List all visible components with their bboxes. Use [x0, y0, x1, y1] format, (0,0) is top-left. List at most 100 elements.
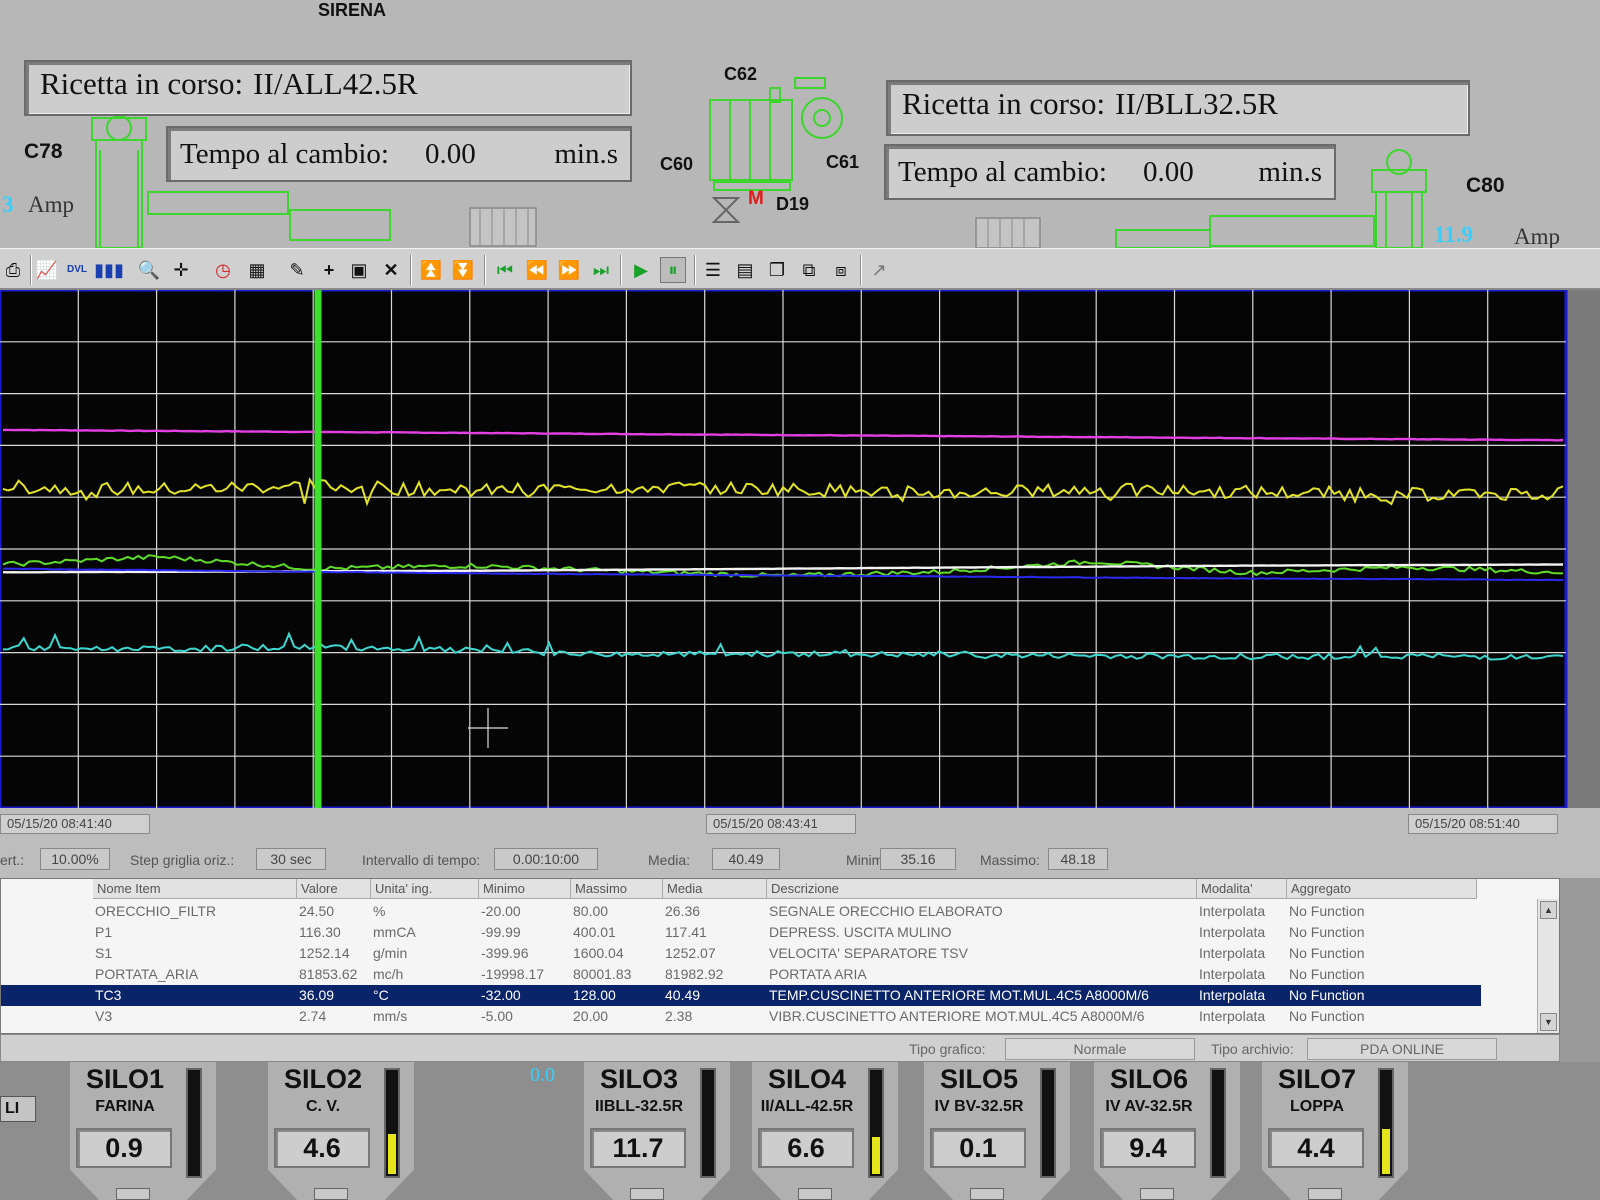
- play-icon[interactable]: ▶: [628, 257, 654, 283]
- toolbar-separator: [620, 255, 622, 285]
- bar-chart-icon[interactable]: ▮▮▮: [94, 257, 124, 283]
- recipe-right-label: Ricetta in corso:: [902, 86, 1106, 121]
- silo-name: SILO4: [767, 1064, 847, 1094]
- column-header[interactable]: Aggregato: [1287, 879, 1477, 899]
- list-icon[interactable]: ☰: [700, 257, 726, 283]
- scroll-up-icon[interactable]: ▲: [1540, 901, 1557, 919]
- forward-icon[interactable]: ⏩: [556, 257, 582, 283]
- table-cell: mc/h: [373, 966, 404, 982]
- table-row[interactable]: P1 116.30 mmCA -99.99 400.01 117.41 DEPRESS. U…: [1, 922, 1481, 943]
- silo-material: IV AV-32.5R: [1105, 1098, 1193, 1115]
- vert-step-label: ert.:: [0, 852, 25, 868]
- silo-name: SILO2: [283, 1064, 363, 1094]
- silo-material: IV BV-32.5R: [934, 1098, 1024, 1115]
- table-cell: S1: [95, 945, 113, 961]
- timer-left-value: 0.00: [424, 137, 476, 170]
- table-cell: Interpolata: [1199, 945, 1266, 961]
- table-row[interactable]: TC3 36.09 °C -32.00 128.00 40.49 TEMP.CUSCINET…: [1, 985, 1481, 1006]
- copy-icon[interactable]: ❐: [764, 257, 790, 283]
- table-cell: P1: [95, 924, 113, 940]
- table-cell: No Function: [1289, 966, 1365, 982]
- timer-left-box: Tempo al cambio: 0.00 min.s: [166, 126, 632, 182]
- add-icon[interactable]: +: [316, 257, 342, 283]
- silo-level-fill: [1382, 1129, 1390, 1174]
- column-header[interactable]: Modalita': [1197, 879, 1287, 899]
- dvl-icon[interactable]: DVL: [64, 257, 90, 283]
- delete-icon[interactable]: ✕: [378, 257, 404, 283]
- table-cell: Interpolata: [1199, 966, 1266, 982]
- toolbar-separator: [410, 255, 412, 285]
- silo-zero-value: 0.0: [530, 1064, 555, 1086]
- chart-type-select[interactable]: Normale: [1005, 1038, 1195, 1060]
- table-cell: 117.41: [665, 924, 707, 940]
- table-cell: 400.01: [573, 924, 616, 940]
- table-cell: -19998.17: [481, 966, 545, 982]
- layers-icon[interactable]: ⧈: [828, 257, 854, 283]
- trend-settings-strip: 05/15/20 08:41:40 05/15/20 08:43:41 05/1…: [0, 808, 1600, 878]
- silo-outlet: [116, 1188, 150, 1200]
- table-icon[interactable]: ▤: [732, 257, 758, 283]
- move-down-icon[interactable]: ⏬: [450, 257, 476, 283]
- vert-step-value[interactable]: 10.00%: [40, 848, 110, 870]
- export-icon[interactable]: ▦: [244, 257, 270, 283]
- interval-value[interactable]: 0.00:10:00: [494, 848, 598, 870]
- rewind-icon[interactable]: ⏪: [524, 257, 550, 283]
- max-label: Massimo:: [980, 852, 1040, 868]
- table-cell: No Function: [1289, 903, 1365, 919]
- column-header[interactable]: Descrizione: [767, 879, 1197, 899]
- column-header[interactable]: Unita' ing.: [371, 879, 479, 899]
- column-header[interactable]: Minimo: [479, 879, 571, 899]
- c61-tag: C61: [826, 152, 860, 172]
- end-time: 05/15/20 08:51:40: [1408, 814, 1558, 834]
- silo-level: 0.1: [930, 1128, 1026, 1168]
- chart-grid: [0, 290, 1566, 808]
- table-row[interactable]: V3 2.74 mm/s -5.00 20.00 2.38 VIBR.CUSCINETTO …: [1, 1006, 1481, 1027]
- table-cell: V3: [95, 1008, 113, 1024]
- table-cell: Interpolata: [1199, 987, 1266, 1003]
- move-up-icon[interactable]: ⏫: [418, 257, 444, 283]
- chart-options-footer: Tipo grafico: Normale Tipo archivio: PDA…: [0, 1034, 1560, 1062]
- timer-right-unit: min.s: [1258, 155, 1322, 188]
- recipe-left-box: Ricetta in corso: II/ALL42.5R: [24, 60, 632, 116]
- table-row[interactable]: ORECCHIO_FILTR 24.50% -20.00 80.00 26.36 SEGN…: [1, 901, 1481, 922]
- recipe-left-value: II/ALL42.5R: [253, 66, 418, 101]
- chart-type-label: Tipo grafico:: [909, 1041, 986, 1057]
- table-cell: 81982.92: [665, 966, 724, 982]
- table-scrollbar[interactable]: ▲ ▼: [1537, 899, 1559, 1033]
- table-row[interactable]: PORTATA_ARIA 81853.62 mc/h -19998.17 80001.8…: [1, 964, 1481, 985]
- scroll-down-icon[interactable]: ▼: [1540, 1013, 1557, 1031]
- last-icon[interactable]: ⏭: [588, 257, 614, 283]
- print-icon[interactable]: ⎙: [0, 257, 26, 283]
- column-header[interactable]: Media: [663, 879, 767, 899]
- table-row[interactable]: S1 1252.14 g/min -399.96 1600.04 1252.07 VELOC…: [1, 943, 1481, 964]
- column-header[interactable]: Massimo: [571, 879, 663, 899]
- motor-alarm-badge[interactable]: M: [748, 188, 764, 210]
- archive-type-select[interactable]: PDA ONLINE: [1307, 1038, 1497, 1060]
- horiz-step-value[interactable]: 30 sec: [256, 848, 326, 870]
- line-chart-icon[interactable]: 📈: [34, 257, 60, 283]
- synoptic-panel: SIRENA Ricetta in corso: II/ALL42.5R Temp…: [0, 0, 1600, 249]
- table-cell: TC3: [95, 987, 122, 1003]
- trend-chart[interactable]: [0, 290, 1600, 810]
- clock-icon[interactable]: ◷: [210, 257, 236, 283]
- silo-outlet: [630, 1188, 664, 1200]
- table-cell: °C: [373, 987, 389, 1003]
- archive-type-label: Tipo archivio:: [1211, 1041, 1294, 1057]
- silo-name: SILO1: [85, 1064, 165, 1094]
- zoom-icon[interactable]: 🔍: [136, 257, 162, 283]
- table-cell: TEMP.CUSCINETTO ANTERIORE MOT.MUL.4C5 A8…: [769, 987, 1149, 1003]
- link-icon[interactable]: ⧉: [796, 257, 822, 283]
- table-cell: 128.00: [573, 987, 616, 1003]
- horiz-step-label: Step griglia oriz.:: [130, 852, 235, 868]
- wand-icon[interactable]: ✎: [284, 257, 310, 283]
- silo-level: 9.4: [1100, 1128, 1196, 1168]
- cursor-icon[interactable]: ↗: [866, 257, 892, 283]
- column-header[interactable]: Valore: [297, 879, 371, 899]
- table-cell: ORECCHIO_FILTR: [95, 903, 217, 919]
- column-header[interactable]: Nome Item: [93, 879, 297, 899]
- pause-icon[interactable]: ⏸: [660, 257, 686, 283]
- edit-icon[interactable]: ▣: [346, 257, 372, 283]
- crosshair-icon[interactable]: ✛: [168, 257, 194, 283]
- min-value: 35.16: [880, 848, 956, 870]
- first-icon[interactable]: ⏮: [492, 257, 518, 283]
